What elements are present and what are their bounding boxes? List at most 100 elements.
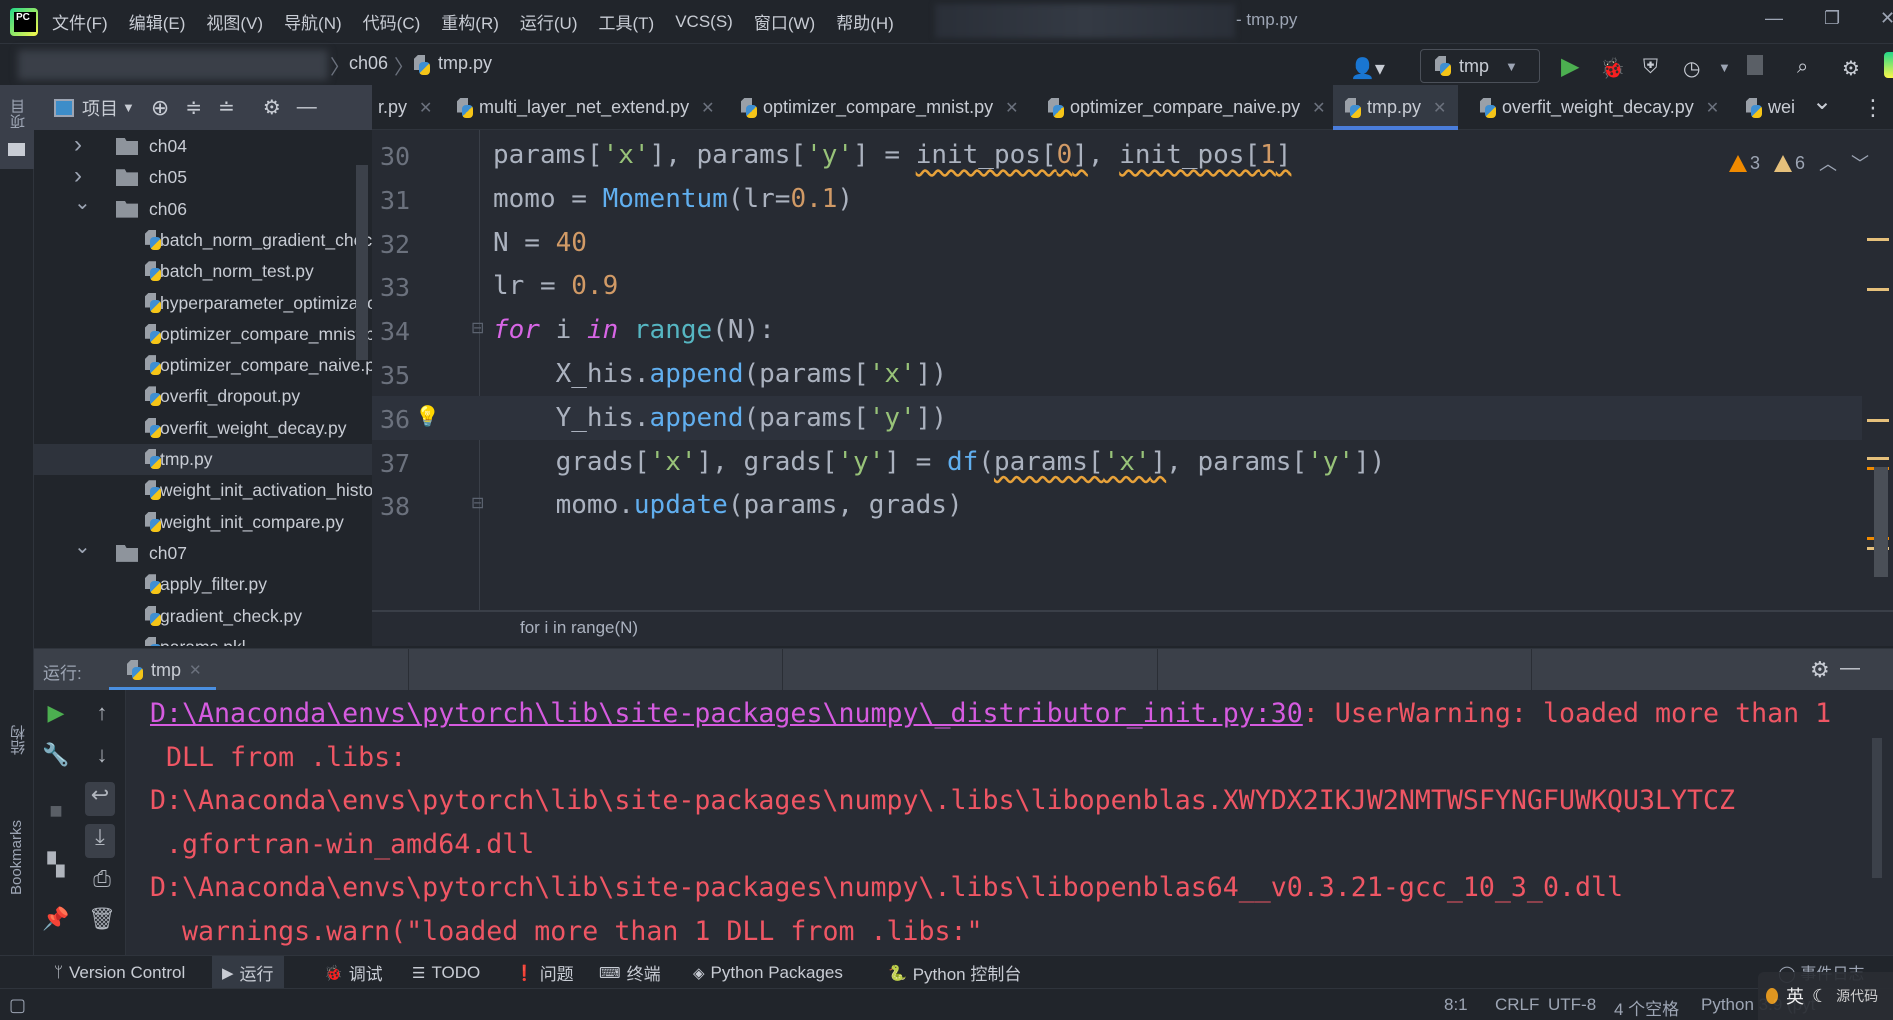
tree-file[interactable]: gradient_check.py xyxy=(34,601,372,632)
error-stripe-mark[interactable] xyxy=(1867,419,1889,422)
scroll-to-end-icon[interactable]: ⤓ xyxy=(85,824,115,858)
tree-file[interactable]: optimizer_compare_naive.py xyxy=(34,350,372,381)
more-options-icon[interactable]: ⋮ xyxy=(1862,85,1884,130)
tree-folder[interactable]: ⌄ ch07 xyxy=(34,536,372,569)
hide-panel-icon[interactable]: — xyxy=(1840,657,1860,680)
editor-tab[interactable]: wei xyxy=(1742,85,1799,130)
editor-tab[interactable]: r.py ✕ xyxy=(374,85,436,130)
code-area[interactable]: 30 params['x'], params['y'] = init_pos[0]… xyxy=(372,130,1893,610)
menu-edit[interactable]: 编辑(E) xyxy=(129,9,186,34)
plugin-icon[interactable] xyxy=(1884,52,1893,78)
fold-icon[interactable]: ⊟ xyxy=(471,318,484,338)
file-encoding[interactable]: UTF-8 xyxy=(1548,995,1596,1015)
tree-file[interactable]: params.pkl xyxy=(34,632,372,646)
up-arrow-icon[interactable]: ↑ xyxy=(87,700,117,726)
print-icon[interactable]: ⎙ xyxy=(87,866,117,892)
stop-icon[interactable] xyxy=(1747,55,1763,75)
code-line[interactable]: X_his.append(params['x']) xyxy=(493,352,947,396)
expand-all-icon[interactable]: ≑ xyxy=(185,95,202,120)
chevron-right-icon[interactable]: › xyxy=(74,162,82,190)
editor-tab[interactable]: tmp.py ✕ xyxy=(1333,85,1459,130)
editor-tab[interactable]: optimizer_compare_naive.py ✕ xyxy=(1044,85,1330,130)
breadcrumb-tmp-py[interactable]: tmp.py xyxy=(438,53,492,74)
tab-list-chevron-icon[interactable]: ⌄ xyxy=(1812,79,1832,124)
breadcrumb-ch06[interactable]: ch06 xyxy=(349,53,388,74)
menu-file[interactable]: 文件(F) xyxy=(52,9,108,34)
structure-tool-button[interactable]: 结构 xyxy=(8,725,29,755)
tool-tab[interactable]: ▶ 运行 xyxy=(212,956,284,989)
code-line[interactable]: params['x'], params['y'] = init_pos[0], … xyxy=(493,133,1291,177)
error-stripe-mark[interactable] xyxy=(1867,457,1889,460)
debug-icon[interactable]: 🐞 xyxy=(1600,56,1625,81)
run-tab-tmp[interactable]: tmp ✕ xyxy=(109,649,216,691)
menu-help[interactable]: 帮助(H) xyxy=(836,9,894,34)
menu-refactor[interactable]: 重构(R) xyxy=(441,9,499,34)
chevron-down-icon[interactable]: ⌄ xyxy=(74,190,91,215)
error-stripe-mark[interactable] xyxy=(1867,288,1889,291)
chevron-right-icon[interactable]: › xyxy=(74,131,82,159)
ime-language[interactable]: 英 xyxy=(1786,983,1804,1009)
gear-icon[interactable]: ⚙ xyxy=(1810,657,1830,683)
project-scrollbar[interactable] xyxy=(356,165,368,360)
close-tab-icon[interactable]: ✕ xyxy=(1312,98,1325,118)
rerun-icon[interactable]: ▶ xyxy=(41,700,71,726)
close-window-button[interactable]: ✕ xyxy=(1880,8,1893,29)
gear-icon[interactable]: ⚙ xyxy=(263,95,281,120)
warnings-count[interactable]: 3 xyxy=(1729,153,1760,174)
profile-icon[interactable]: ◷ xyxy=(1683,56,1700,81)
bookmarks-tool-button[interactable]: Bookmarks xyxy=(8,820,25,895)
stop-icon[interactable]: ■ xyxy=(41,798,71,824)
close-tab-icon[interactable]: ✕ xyxy=(701,98,714,118)
close-tab-icon[interactable]: ✕ xyxy=(1005,98,1018,118)
chevron-down-icon[interactable]: ⌄ xyxy=(74,534,91,559)
menu-tools[interactable]: 工具(T) xyxy=(599,9,655,34)
fold-icon[interactable]: ⊟ xyxy=(471,493,484,513)
trash-icon[interactable]: 🗑 xyxy=(87,906,117,932)
inspection-widget[interactable]: 3 6 ︿ ﹀ xyxy=(1729,150,1869,176)
restore-button[interactable]: ❐ xyxy=(1824,8,1840,29)
next-highlight-icon[interactable]: ﹀ xyxy=(1851,150,1869,176)
tree-file[interactable]: apply_filter.py xyxy=(34,569,372,600)
layout-icon[interactable]: ▚ xyxy=(41,852,71,878)
tree-file[interactable]: batch_norm_test.py xyxy=(34,256,372,287)
menu-navigate[interactable]: 导航(N) xyxy=(284,9,342,34)
tree-file[interactable]: overfit_weight_decay.py xyxy=(34,413,372,444)
moon-icon[interactable]: ☾ xyxy=(1812,986,1828,1007)
close-tab-icon[interactable]: ✕ xyxy=(189,661,202,679)
tree-file[interactable]: optimizer_compare_mnist.py xyxy=(34,319,372,350)
project-view-selector[interactable]: 项目 xyxy=(82,95,118,121)
indent-setting[interactable]: 4 个空格 xyxy=(1614,995,1679,1020)
user-icon[interactable]: 👤▾ xyxy=(1350,56,1385,81)
tool-tab[interactable]: 🐞 调试 xyxy=(314,956,393,989)
run-icon[interactable]: ▶ xyxy=(1561,52,1579,81)
pin-icon[interactable]: 📌 xyxy=(41,906,71,932)
soft-wrap-icon[interactable]: ↩ xyxy=(85,782,115,816)
console-output[interactable]: D:\Anaconda\envs\pytorch\lib\site-packag… xyxy=(126,690,1893,955)
close-tab-icon[interactable]: ✕ xyxy=(1706,98,1719,118)
menu-run[interactable]: 运行(U) xyxy=(520,9,578,34)
editor-tab[interactable]: optimizer_compare_mnist.py ✕ xyxy=(737,85,1023,130)
menu-window[interactable]: 窗口(W) xyxy=(754,9,815,34)
wrench-icon[interactable]: 🔧 xyxy=(41,742,71,768)
tree-file[interactable]: batch_norm_gradient_check.py xyxy=(34,225,372,256)
close-tab-icon[interactable]: ✕ xyxy=(1433,98,1446,118)
tool-tab[interactable]: ᛘ Version Control xyxy=(44,956,195,989)
project-tool-button[interactable]: 项目 xyxy=(0,85,34,169)
tree-file[interactable]: hyperparameter_optimization.py xyxy=(34,288,372,319)
run-config-selector[interactable]: tmp ▼ xyxy=(1420,49,1540,83)
ime-toolbar[interactable]: 英 ☾ 源代码 xyxy=(1758,972,1893,1020)
code-line[interactable]: Y_his.append(params['y']) xyxy=(493,396,947,440)
code-line[interactable]: for i in range(N): xyxy=(493,308,775,352)
editor-breadcrumb[interactable]: for i in range(N) xyxy=(520,618,638,638)
code-line[interactable]: momo.update(params, grads) xyxy=(493,483,963,527)
editor-scrollbar[interactable] xyxy=(1874,467,1888,577)
code-line[interactable]: momo = Momentum(lr=0.1) xyxy=(493,177,853,221)
line-separator[interactable]: CRLF xyxy=(1495,995,1539,1015)
weak-warnings-count[interactable]: 6 xyxy=(1774,153,1805,174)
tool-tab[interactable]: ☰ TODO xyxy=(402,956,490,989)
search-icon[interactable]: ⌕ xyxy=(1797,56,1808,79)
code-line[interactable]: N = 40 xyxy=(493,221,587,265)
caret-position[interactable]: 8:1 xyxy=(1444,995,1468,1015)
console-scrollbar[interactable] xyxy=(1872,738,1882,878)
down-arrow-icon[interactable]: ↓ xyxy=(87,742,117,768)
